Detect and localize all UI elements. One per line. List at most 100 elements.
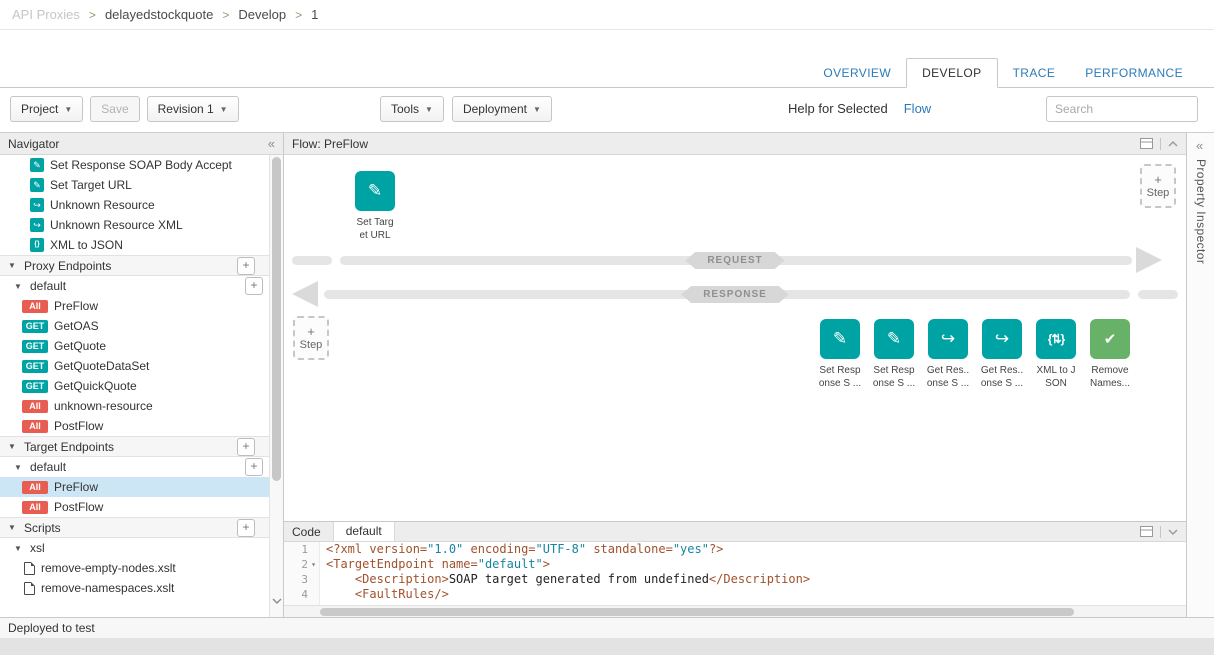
collapse-panel-icon[interactable]: [1168, 529, 1178, 535]
split-view-icon[interactable]: [1140, 138, 1153, 149]
tab-overview[interactable]: OVERVIEW: [808, 58, 906, 88]
flow-item[interactable]: All PostFlow: [0, 497, 269, 517]
scrollbar-thumb[interactable]: [320, 608, 1074, 616]
code-text: <?xml version="1.0" encoding="UTF-8" sta…: [320, 542, 723, 557]
script-file-item[interactable]: remove-empty-nodes.xslt: [0, 558, 269, 578]
tab-performance[interactable]: PERFORMANCE: [1070, 58, 1198, 88]
expand-property-inspector-icon[interactable]: «: [1196, 138, 1203, 153]
step-label: Get Res.. onse S ...: [974, 364, 1030, 390]
disclosure-triangle-icon[interactable]: ▼: [8, 442, 18, 451]
section-scripts[interactable]: ▼ Scripts +: [0, 517, 269, 538]
policy-item[interactable]: ↪ Unknown Resource: [0, 195, 269, 215]
response-band-label: RESPONSE: [681, 286, 789, 303]
add-proxy-endpoint-button[interactable]: +: [237, 257, 255, 275]
method-badge: GET: [22, 340, 48, 353]
flow-title: Flow: PreFlow: [292, 137, 368, 151]
tools-menu-button[interactable]: Tools ▼: [380, 96, 444, 122]
scripts-xsl-group[interactable]: ▼ xsl: [0, 538, 269, 558]
project-menu-button[interactable]: Project ▼: [10, 96, 83, 122]
scroll-down-icon[interactable]: [272, 591, 282, 609]
policy-item[interactable]: ↪ Unknown Resource XML: [0, 215, 269, 235]
code-tab-default[interactable]: default: [333, 522, 395, 541]
flow-step-response[interactable]: ✎ Set Resp onse S ...: [866, 319, 922, 390]
script-file-label: remove-empty-nodes.xslt: [41, 561, 176, 575]
flow-step-response[interactable]: ✎ Set Resp onse S ...: [812, 319, 868, 390]
script-file-item[interactable]: remove-namespaces.xslt: [0, 578, 269, 598]
code-token: <FaultRules/>: [355, 587, 449, 601]
breadcrumb-revision[interactable]: 1: [311, 7, 318, 22]
flow-step-response[interactable]: ✔ Remove Names...: [1082, 319, 1138, 390]
breadcrumb-develop[interactable]: Develop: [238, 7, 286, 22]
flow-item[interactable]: All PreFlow: [0, 296, 269, 316]
help-for-selected: Help for Selected Flow: [788, 101, 931, 116]
flow-step-response[interactable]: ↪ Get Res.. onse S ...: [974, 319, 1030, 390]
code-token: [326, 572, 355, 586]
step-label: Set Resp onse S ...: [866, 364, 922, 390]
flow-editor-panel: Flow: PreFlow ✎ Set Targ: [284, 133, 1186, 521]
flow-canvas: ✎ Set Targ et URL + Step REQUEST: [284, 155, 1186, 521]
tab-trace[interactable]: TRACE: [998, 58, 1071, 88]
step-label: Set Resp onse S ...: [812, 364, 868, 390]
flow-step-response[interactable]: ↪ Get Res.. onse S ...: [920, 319, 976, 390]
flow-item[interactable]: GET GetQuoteDataSet: [0, 356, 269, 376]
split-view-icon[interactable]: [1140, 526, 1153, 537]
add-proxy-flow-button[interactable]: +: [245, 277, 263, 295]
add-step-button-request[interactable]: + Step: [1140, 164, 1176, 208]
policy-item[interactable]: ✎ Set Target URL: [0, 175, 269, 195]
breadcrumb-api-proxies[interactable]: API Proxies: [12, 7, 80, 22]
add-script-button[interactable]: +: [237, 519, 255, 537]
pencil-icon: ✎: [874, 319, 914, 359]
plus-icon: +: [307, 325, 315, 338]
collapse-panel-icon[interactable]: [1168, 141, 1178, 147]
add-step-button-response[interactable]: + Step: [293, 316, 329, 360]
add-target-endpoint-button[interactable]: +: [237, 438, 255, 456]
deployment-menu-label: Deployment: [463, 102, 527, 116]
disclosure-triangle-icon[interactable]: ▼: [8, 523, 18, 532]
disclosure-triangle-icon[interactable]: ▼: [14, 282, 24, 291]
caret-down-icon: ▼: [220, 105, 228, 114]
code-line: 3 <Description>SOAP target generated fro…: [284, 572, 1186, 587]
policy-item[interactable]: {} XML to JSON: [0, 235, 269, 255]
flow-item[interactable]: GET GetQuote: [0, 336, 269, 356]
caret-down-icon: ▼: [533, 105, 541, 114]
revision-menu-button[interactable]: Revision 1 ▼: [147, 96, 239, 122]
flow-item[interactable]: GET GetQuickQuote: [0, 376, 269, 396]
flow-item-selected[interactable]: All PreFlow: [0, 477, 269, 497]
add-target-flow-button[interactable]: +: [245, 458, 263, 476]
flow-step-set-target-url[interactable]: ✎ Set Targ et URL: [347, 171, 403, 242]
navigator-scrollbar[interactable]: [269, 155, 283, 617]
policy-item[interactable]: ✎ Set Response SOAP Body Accept: [0, 155, 269, 175]
disclosure-triangle-icon[interactable]: ▼: [14, 463, 24, 472]
disclosure-triangle-icon[interactable]: ▼: [14, 544, 24, 553]
collapse-navigator-icon[interactable]: «: [268, 136, 275, 151]
section-target-endpoints[interactable]: ▼ Target Endpoints +: [0, 436, 269, 457]
proxy-endpoint-default[interactable]: ▼ default +: [0, 276, 269, 296]
step-label: Remove Names...: [1082, 364, 1138, 390]
flow-step-response[interactable]: {⇅} XML to J SON: [1028, 319, 1084, 390]
flow-item[interactable]: GET GetOAS: [0, 316, 269, 336]
scrollbar-thumb[interactable]: [272, 157, 281, 481]
tab-develop[interactable]: DEVELOP: [906, 58, 998, 88]
code-token: name=: [434, 557, 477, 571]
code-editor[interactable]: 1 <?xml version="1.0" encoding="UTF-8" s…: [284, 542, 1186, 608]
icon-divider: [1160, 526, 1161, 538]
flow-label: unknown-resource: [54, 399, 153, 413]
redirect-arrow-icon: ↪: [982, 319, 1022, 359]
flow-header-icons: [1140, 138, 1178, 150]
step-label: Get Res.. onse S ...: [920, 364, 976, 390]
property-inspector-panel[interactable]: « Property Inspector: [1186, 133, 1214, 617]
section-proxy-endpoints[interactable]: ▼ Proxy Endpoints +: [0, 255, 269, 276]
flow-item[interactable]: All PostFlow: [0, 416, 269, 436]
breadcrumb-proxy-name[interactable]: delayedstockquote: [105, 7, 213, 22]
pencil-icon: ✎: [355, 171, 395, 211]
flow-item[interactable]: All unknown-resource: [0, 396, 269, 416]
fold-arrow-icon[interactable]: ▾: [309, 557, 318, 572]
disclosure-triangle-icon[interactable]: ▼: [8, 261, 18, 270]
target-endpoint-default[interactable]: ▼ default +: [0, 457, 269, 477]
help-flow-link[interactable]: Flow: [904, 101, 931, 116]
gutter: 2 ▾: [284, 557, 320, 572]
deployment-menu-button[interactable]: Deployment ▼: [452, 96, 552, 122]
flow-header: Flow: PreFlow: [284, 133, 1186, 155]
search-input[interactable]: [1046, 96, 1198, 122]
save-button[interactable]: Save: [90, 96, 139, 122]
